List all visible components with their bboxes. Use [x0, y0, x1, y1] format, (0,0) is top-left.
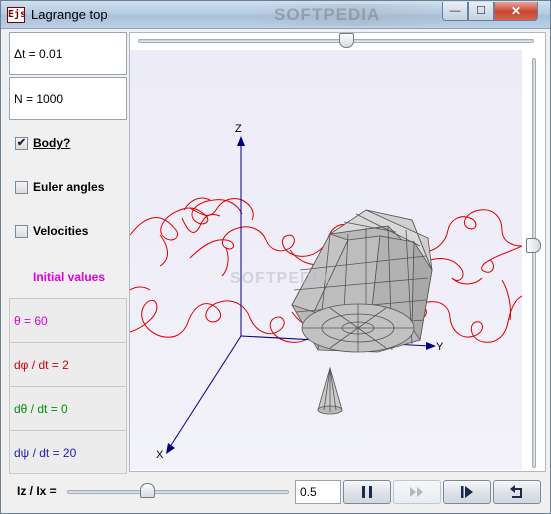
pause-button[interactable] — [343, 480, 391, 504]
close-button[interactable]: ✕ — [494, 2, 538, 21]
window-title: Lagrange top — [31, 7, 108, 22]
horizontal-view-slider[interactable] — [138, 33, 534, 49]
play-step-icon — [461, 486, 473, 498]
body-checkbox[interactable]: ✔ — [15, 136, 28, 150]
y-axis-arrow-icon — [426, 342, 436, 350]
dtheta-dt-param-label: dθ / dt = 0 — [14, 402, 68, 416]
velocities-checkbox-row[interactable]: Velocities — [15, 222, 88, 240]
initial-values-title: Initial values — [33, 270, 106, 284]
ratio-label: Iz / Ix = — [17, 484, 57, 498]
y-axis-label: Y — [436, 341, 444, 353]
dphi-dt-param-label: dφ / dt = 2 — [14, 358, 69, 372]
velocities-checkbox[interactable] — [15, 224, 28, 238]
horizontal-slider-thumb[interactable] — [339, 33, 354, 48]
ratio-slider-track[interactable] — [67, 490, 289, 494]
app-window: Ejs Lagrange top SOFTPEDIA — ☐ ✕ Δt = 0.… — [0, 0, 551, 514]
velocities-checkbox-label: Velocities — [33, 224, 89, 238]
title-bar[interactable]: Ejs Lagrange top SOFTPEDIA — ☐ ✕ — [1, 1, 550, 29]
body-checkbox-label: Body? — [33, 136, 71, 150]
title-watermark: SOFTPEDIA — [256, 4, 456, 26]
body-checkbox-row[interactable]: ✔ Body? — [15, 134, 70, 152]
bottom-toolbar: Iz / Ix = 0.5 — [9, 478, 545, 506]
pivot-cone — [317, 366, 343, 415]
euler-angles-checkbox-label: Euler angles — [33, 180, 105, 194]
x-axis-label: X — [156, 449, 164, 461]
dtheta-dt-param[interactable]: dθ / dt = 0 — [9, 386, 127, 430]
dpsi-dt-param[interactable]: dψ / dt = 20 — [9, 430, 127, 474]
control-panel: Δt = 0.01 N = 1000 ✔ Body? Euler angles … — [9, 32, 127, 474]
theta-param-label: θ = 60 — [14, 314, 48, 328]
vertical-view-slider[interactable] — [526, 58, 542, 468]
app-icon: Ejs — [7, 7, 26, 23]
maximize-button[interactable]: ☐ — [468, 2, 494, 21]
step-button[interactable] — [393, 480, 441, 504]
x-axis-line — [167, 335, 242, 451]
z-axis-arrow-icon — [237, 136, 245, 146]
euler-angles-checkbox[interactable] — [15, 180, 28, 194]
euler-angles-checkbox-row[interactable]: Euler angles — [15, 178, 104, 196]
ratio-value-field[interactable]: 0.5 — [295, 480, 341, 504]
z-axis-label: Z — [235, 123, 242, 135]
vertical-slider-track[interactable] — [532, 58, 536, 468]
3d-plot-area[interactable]: Z X Y SOFTPEDIA — [129, 50, 523, 470]
minimize-button[interactable]: — — [442, 2, 468, 21]
step-icon — [410, 487, 423, 497]
3d-scene: Z X Y — [129, 123, 523, 461]
x-axis-arrow-icon — [166, 443, 175, 454]
vertical-slider-thumb[interactable] — [526, 238, 541, 253]
reset-icon — [510, 485, 522, 498]
reset-button[interactable] — [493, 480, 541, 504]
dpsi-dt-param-label: dψ / dt = 20 — [14, 446, 77, 460]
softpedia-watermark: SOFTPEDIA — [230, 270, 331, 287]
dt-field[interactable]: Δt = 0.01 — [9, 32, 127, 75]
n-field[interactable]: N = 1000 — [9, 77, 127, 120]
play-step-button[interactable] — [443, 480, 491, 504]
theta-param[interactable]: θ = 60 — [9, 298, 127, 342]
ratio-slider-thumb[interactable] — [140, 483, 155, 498]
simulation-view: Z X Y SOFTPEDIA — [129, 32, 546, 472]
dphi-dt-param[interactable]: dφ / dt = 2 — [9, 342, 127, 386]
horizontal-slider-track[interactable] — [138, 39, 534, 43]
pause-icon — [362, 486, 372, 498]
